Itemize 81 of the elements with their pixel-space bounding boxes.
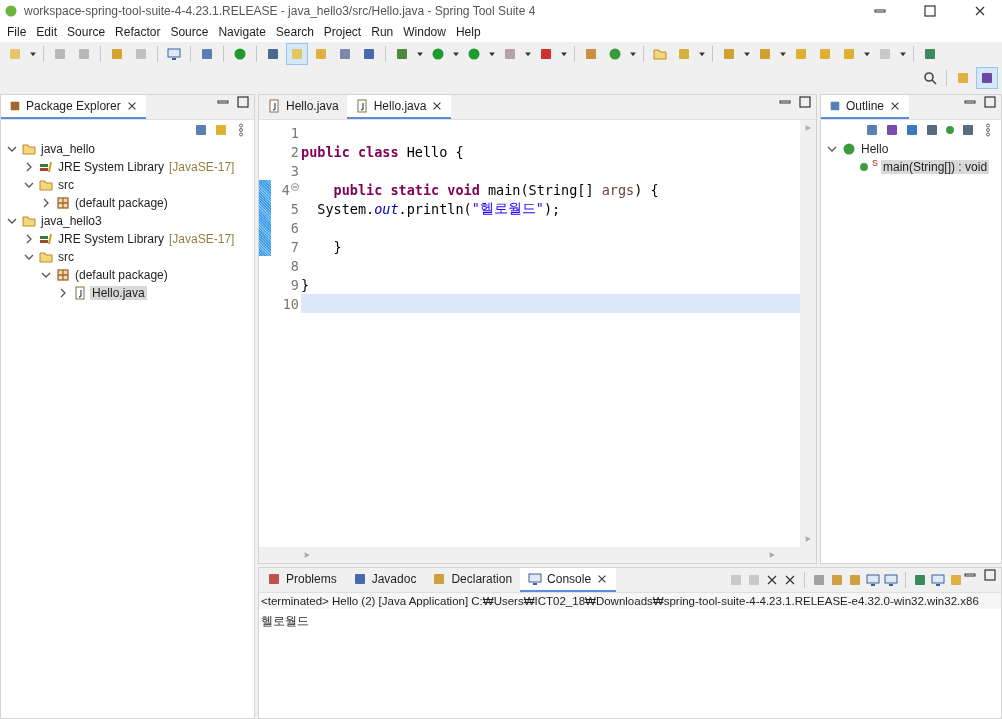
tree-item-decoration: [JavaSE-17] bbox=[169, 160, 235, 174]
window-title: workspace-spring-tool-suite-4-4.23.1.RELEASE - java_hello3/src/Hello.java - Spring Tool Suite 4 bbox=[24, 4, 537, 18]
java-file-icon bbox=[267, 99, 281, 113]
tree-item[interactable]: Hello bbox=[859, 142, 891, 156]
library-icon bbox=[39, 160, 53, 174]
project-icon bbox=[22, 214, 36, 228]
java-file-icon bbox=[354, 99, 369, 113]
view-tab[interactable]: Problems bbox=[259, 568, 345, 592]
menu-item[interactable]: Run bbox=[366, 25, 399, 39]
remove-icon[interactable] bbox=[765, 573, 779, 587]
package-icon bbox=[56, 268, 70, 282]
menu-item[interactable]: Help bbox=[450, 25, 486, 39]
editor-tab[interactable]: Hello.java bbox=[259, 95, 347, 119]
tree-item-decoration: [JavaSE-17] bbox=[169, 232, 235, 246]
tree-item[interactable]: src bbox=[56, 250, 76, 264]
show-output-icon[interactable] bbox=[866, 573, 880, 587]
view-tab[interactable]: Declaration bbox=[424, 568, 521, 592]
menu-item[interactable]: Navigate bbox=[213, 25, 271, 39]
maximize-icon bbox=[923, 4, 937, 18]
line-number: 10 bbox=[281, 294, 300, 313]
console-output: 헬로월드 bbox=[260, 613, 310, 630]
line-number: 9 bbox=[289, 275, 300, 294]
class-icon bbox=[842, 142, 856, 156]
tree-item[interactable]: java_hello3 bbox=[39, 214, 104, 228]
view-tab[interactable]: Console bbox=[520, 568, 617, 592]
line-number: 8 bbox=[289, 256, 300, 275]
console-status: <terminated> Hello (2) [Java Application] C:₩Users₩ICT02_18₩Downloads₩spring-tool-suite-4-4.23.1.RELEASE-e4.32.0-win32.win32.x86 bbox=[259, 593, 1001, 609]
folder-icon bbox=[39, 178, 53, 192]
tree-item[interactable]: (default package) bbox=[73, 268, 170, 282]
line-number: 3 bbox=[289, 161, 300, 180]
menu-item[interactable]: Edit bbox=[31, 25, 63, 39]
library-icon bbox=[39, 232, 53, 246]
monitor-icon bbox=[167, 47, 181, 61]
app-logo-icon bbox=[4, 4, 18, 18]
show-error-icon[interactable] bbox=[884, 573, 898, 587]
file-icon bbox=[73, 286, 87, 300]
line-number: 2 bbox=[289, 142, 300, 161]
static-marker: S bbox=[872, 158, 878, 168]
tree-item[interactable]: main(String[]) : void bbox=[881, 160, 990, 174]
tree-item[interactable]: JRE System Library bbox=[56, 160, 167, 174]
line-number: 1 bbox=[289, 123, 300, 142]
tree-item[interactable]: JRE System Library bbox=[56, 232, 167, 246]
view-tab[interactable]: Package Explorer bbox=[1, 95, 146, 119]
menu-item[interactable]: Refactor bbox=[110, 25, 166, 39]
folder-icon bbox=[39, 250, 53, 264]
fold-icon[interactable] bbox=[291, 183, 299, 191]
line-number: 6 bbox=[289, 218, 300, 237]
view-tab[interactable]: Javadoc bbox=[344, 568, 425, 592]
project-icon bbox=[22, 142, 36, 156]
line-number: 7 bbox=[289, 237, 300, 256]
editor-tab[interactable]: Hello.java bbox=[346, 95, 452, 119]
stop-icon bbox=[503, 47, 517, 61]
menu-item[interactable]: Source bbox=[62, 25, 111, 39]
remove-all-icon[interactable] bbox=[783, 573, 797, 587]
menu-item[interactable]: Project bbox=[318, 25, 367, 39]
console-icon bbox=[528, 572, 543, 586]
display-console-icon[interactable] bbox=[931, 573, 945, 587]
method-icon bbox=[859, 162, 869, 172]
tree-item[interactable]: java_hello bbox=[39, 142, 98, 156]
menu-item[interactable]: Source bbox=[165, 25, 214, 39]
maximize-icon[interactable] bbox=[798, 95, 812, 109]
search-icon bbox=[923, 71, 937, 85]
line-number: 4 bbox=[271, 180, 301, 199]
tree-item[interactable]: src bbox=[56, 178, 76, 192]
maximize-icon[interactable] bbox=[236, 95, 250, 109]
close-icon bbox=[973, 4, 987, 18]
dot-icon[interactable] bbox=[945, 125, 955, 135]
maximize-icon[interactable] bbox=[983, 95, 997, 109]
maximize-icon[interactable] bbox=[983, 568, 997, 582]
perspective-button[interactable] bbox=[976, 67, 998, 89]
tree-item[interactable]: (default package) bbox=[73, 196, 170, 210]
package-icon bbox=[56, 196, 70, 210]
view-tab[interactable]: Outline bbox=[821, 95, 910, 119]
open-folder-icon bbox=[653, 47, 667, 61]
scrollbar[interactable] bbox=[259, 547, 816, 563]
line-number: 5 bbox=[289, 199, 300, 218]
menu-item[interactable]: Search bbox=[270, 25, 319, 39]
menu-item[interactable]: Window bbox=[398, 25, 451, 39]
scrollbar[interactable] bbox=[800, 120, 816, 547]
tree-item[interactable]: Hello.java bbox=[90, 286, 147, 300]
menu-item[interactable]: File bbox=[2, 25, 32, 39]
